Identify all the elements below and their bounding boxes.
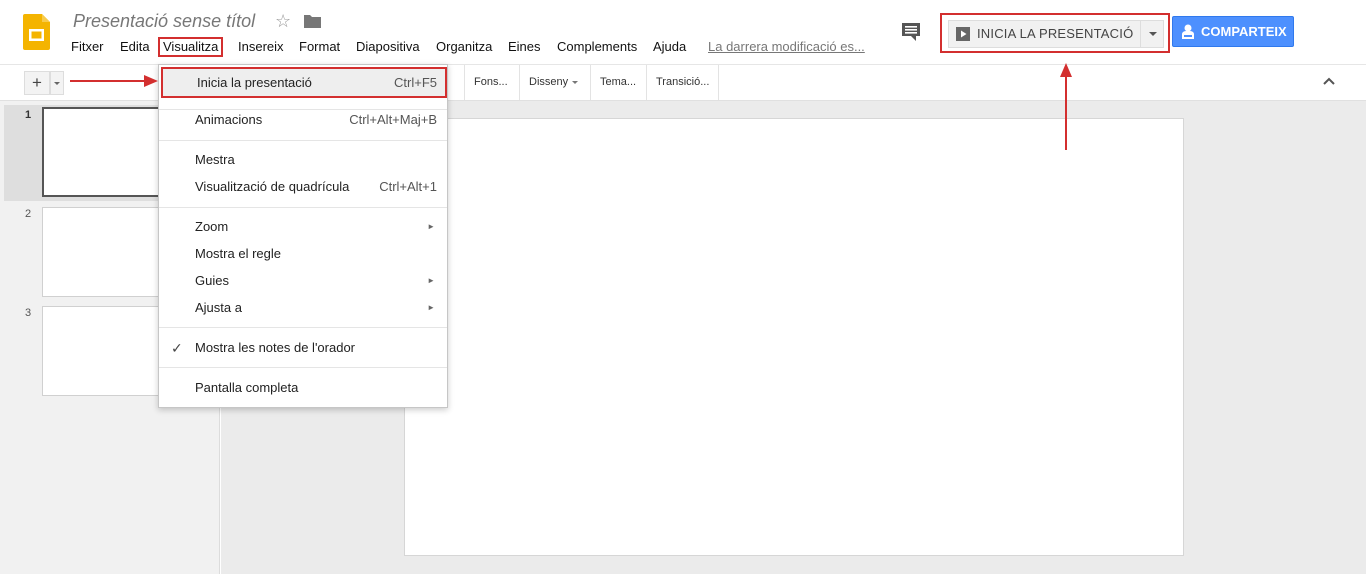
- annotation-arrows: [70, 63, 1072, 150]
- annotation-arrow-up: [1060, 63, 1072, 150]
- annotation-arrow-left: [70, 75, 158, 87]
